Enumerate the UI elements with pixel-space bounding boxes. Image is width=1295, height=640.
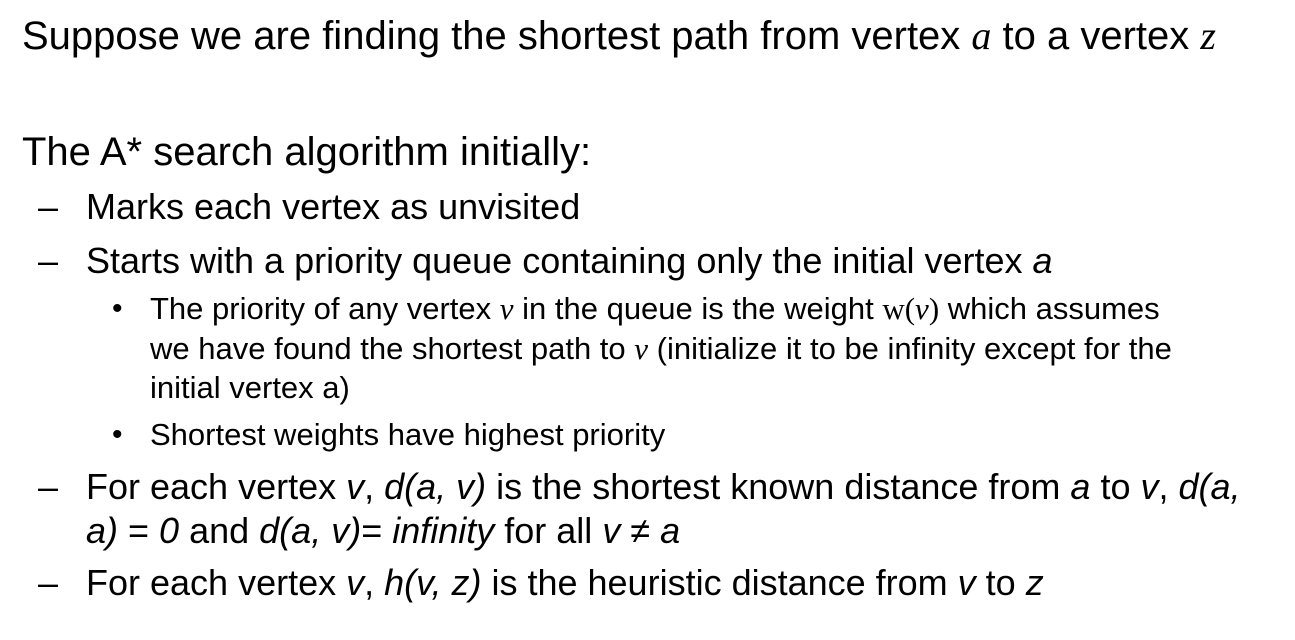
var-v: v — [602, 510, 621, 551]
dash-marker: – — [38, 562, 59, 603]
var-v: v — [346, 562, 365, 603]
text: = — [361, 510, 393, 551]
bullet-marker: • — [112, 418, 123, 451]
var-a: a — [971, 13, 992, 58]
text: for all — [494, 510, 603, 551]
distance-expr: d(a, — [1178, 466, 1241, 507]
text: The priority of any vertex — [150, 291, 500, 326]
intro-line: Suppose we are finding the shortest path… — [22, 12, 1216, 59]
intro-text-middle: to a vertex — [991, 14, 1201, 58]
text: and — [179, 510, 260, 551]
dash-marker: – — [38, 466, 59, 507]
weight-close: ) — [928, 291, 940, 326]
text: we have found the shortest path to — [150, 331, 635, 366]
var-a: a — [1032, 240, 1053, 281]
subitem-priority-line-1: The priority of any vertex v in the queu… — [150, 291, 1160, 327]
var-v: v — [1140, 466, 1159, 507]
text: For each vertex — [86, 562, 347, 603]
dash-marker: – — [38, 240, 59, 281]
item-heuristic: For each vertex v, h(v, z) is the heuris… — [86, 562, 1044, 604]
distance-expr: a) — [86, 510, 119, 551]
distance-expr: d(a, v) — [384, 466, 487, 507]
var-a: a — [1070, 466, 1091, 507]
var-a: a — [660, 510, 681, 551]
text: (initialize it to be infinity except for… — [648, 331, 1172, 366]
text: , — [364, 562, 385, 603]
text: to — [975, 562, 1026, 603]
bullet-marker: • — [112, 292, 123, 325]
infinity-term: infinity — [392, 510, 495, 551]
subitem-shortest-weights: Shortest weights have highest priority — [150, 417, 666, 452]
distance-expr: d(a, v) — [259, 510, 362, 551]
dash-marker: – — [38, 186, 59, 227]
item-distance-line-2: a) = 0 and d(a, v)= infinity for all v ≠… — [86, 510, 680, 552]
text: = — [118, 510, 160, 551]
var-z: z — [1025, 562, 1044, 603]
item-text: Starts with a priority queue containing … — [86, 240, 1033, 281]
var-v: v — [346, 466, 365, 507]
var-v: v — [915, 291, 929, 326]
var-z: z — [1200, 13, 1216, 58]
text: to — [1090, 466, 1141, 507]
weight-func: w( — [882, 291, 916, 326]
subitem-priority-line-2: we have found the shortest path to v (in… — [150, 331, 1172, 367]
section-heading: The A* search algorithm initially: — [22, 130, 592, 174]
var-v: v — [499, 291, 514, 326]
text: , — [1158, 466, 1179, 507]
text: in the queue is the weight — [513, 291, 883, 326]
item-marks-unvisited: Marks each vertex as unvisited — [86, 186, 581, 227]
intro-text: Suppose we are finding the shortest path… — [22, 14, 972, 58]
value-zero: 0 — [159, 510, 180, 551]
text: is the shortest known distance from — [486, 466, 1071, 507]
var-v: v — [634, 331, 649, 366]
text: , — [364, 466, 385, 507]
item-distance-line-1: For each vertex v, d(a, v) is the shorte… — [86, 466, 1241, 508]
var-v: v — [957, 562, 976, 603]
heuristic-expr: h(v, z) — [384, 562, 482, 603]
text: For each vertex — [86, 466, 347, 507]
subitem-priority-line-3: initial vertex a) — [150, 370, 350, 405]
text: which assumes — [939, 291, 1160, 326]
text: is the heuristic distance from — [481, 562, 958, 603]
item-priority-queue: Starts with a priority queue containing … — [86, 240, 1053, 282]
not-equal: ≠ — [620, 510, 661, 551]
